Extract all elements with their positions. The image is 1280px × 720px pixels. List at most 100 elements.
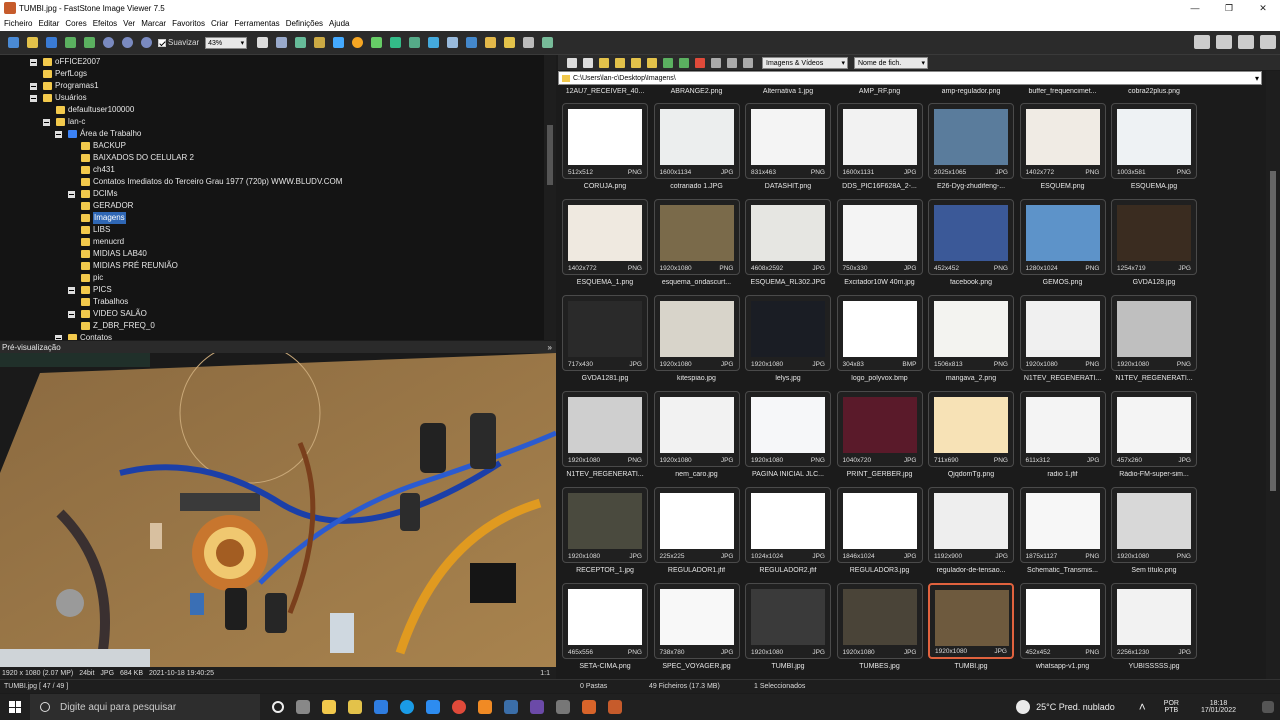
folder-up-icon[interactable] <box>599 57 609 68</box>
thumbnail-name[interactable]: kitespiao.jpg <box>652 375 742 382</box>
tree-item[interactable]: defaultuser100000 <box>43 104 134 116</box>
back-icon[interactable] <box>567 57 577 68</box>
layout-thumbs-icon[interactable] <box>1216 35 1232 49</box>
tree-scrollbar[interactable] <box>544 55 556 340</box>
thumbnail-tile[interactable]: 1600x1131 JPG <box>836 103 923 179</box>
thumbnail-tile[interactable]: 1402x772 PNG <box>562 199 648 275</box>
scan-icon[interactable] <box>542 37 554 48</box>
thumbnail-name[interactable]: whatsapp-v1.png <box>1018 663 1108 670</box>
thumbnail-name[interactable]: GVDA1281.jpg <box>560 375 650 382</box>
expand-icon[interactable] <box>55 130 62 138</box>
app-hand-icon[interactable] <box>582 700 596 714</box>
thumbnail-name[interactable]: REGULADOR2.jfif <box>743 567 833 574</box>
zoom-in-icon[interactable] <box>103 37 114 48</box>
vlc-icon[interactable] <box>478 700 492 714</box>
thumbnail-name[interactable]: N1TEV_REGENERATI... <box>560 471 650 478</box>
thumbnail-tile[interactable]: 465x556 PNG <box>562 583 648 659</box>
thumbnail-tile[interactable]: 2256x1230 JPG <box>1111 583 1197 659</box>
fit-icon[interactable] <box>276 37 288 48</box>
crop-icon[interactable] <box>295 37 307 48</box>
thumbnail-name[interactable]: PRINT_GERBER.jpg <box>835 471 925 478</box>
thumbnail-name[interactable]: YUBISSSSS.jpg <box>1109 663 1199 670</box>
thumbnail-name[interactable]: Sem título.png <box>1109 567 1199 574</box>
tree-item[interactable]: GERADOR <box>68 200 133 212</box>
tree-item[interactable]: Imagens <box>68 212 126 224</box>
tray-arrow-icon[interactable]: ˄ <box>1139 700 1146 714</box>
thumbnail-name[interactable]: DDS_PIC16F628A_2-... <box>835 183 925 190</box>
layout-preview-icon[interactable] <box>1238 35 1254 49</box>
thumbnail-tile[interactable]: 457x260 JPG <box>1111 391 1197 467</box>
thumbnail-tile[interactable]: 1920x1080 PNG <box>745 391 831 467</box>
delete-icon[interactable] <box>695 57 705 68</box>
thumbnail-tile[interactable]: 452x452 PNG <box>928 199 1014 275</box>
thumbnail-tile[interactable]: 512x512 PNG <box>562 103 648 179</box>
edge-icon[interactable] <box>400 700 414 714</box>
minimize-button[interactable]: — <box>1178 3 1212 14</box>
folder-tree[interactable]: oFFICE2007 PerfLogs Programas1 Usuários defa… <box>0 55 556 340</box>
thumbnail-name[interactable]: REGULADOR3.jpg <box>835 567 925 574</box>
tree-item[interactable]: Contatos Imediatos do Terceiro Grau 1977… <box>68 176 342 188</box>
thumbnail-tile[interactable]: 717x430 JPG <box>562 295 648 371</box>
new-folder-icon[interactable] <box>631 57 641 68</box>
weather-icon[interactable] <box>1016 700 1031 714</box>
tree-item[interactable]: DCIMs <box>68 188 117 200</box>
thumbnail-scrollbar[interactable] <box>1266 71 1280 679</box>
thumbnail-name[interactable]: REGULADOR1.jfif <box>652 567 742 574</box>
thumbnail-tile[interactable]: 2025x1065 JPG <box>928 103 1014 179</box>
tree-item[interactable]: Z_DBR_FREQ_0 <box>68 320 155 332</box>
expand-icon[interactable] <box>43 118 50 126</box>
tree-item[interactable]: Contatos <box>55 332 112 340</box>
actual-size-icon[interactable] <box>141 37 152 48</box>
path-input[interactable]: C:\Users\lan-c\Desktop\Imagens\ ▾ <box>558 71 1262 85</box>
tree-item[interactable]: lan-c <box>43 116 85 128</box>
expand-icon[interactable] <box>68 310 75 318</box>
browse-icon[interactable] <box>8 37 19 48</box>
thumbnail-tile[interactable]: 711x690 PNG <box>928 391 1014 467</box>
thumbnail-tile[interactable]: 225x225 JPG <box>653 487 740 563</box>
thumbnail-name[interactable]: ESQUEMA_1.png <box>560 279 650 286</box>
thumbnail-name[interactable]: RECEPTOR_1.jpg <box>560 567 650 574</box>
thumbnail-tile[interactable]: 1920x1080 JPG <box>836 583 923 659</box>
thumbnail-tile[interactable]: 1920x1080 JPG <box>928 583 1014 659</box>
folder-icon[interactable] <box>348 700 362 714</box>
thumbnail-name[interactable]: SPEC_VOYAGER.jpg <box>652 663 742 670</box>
tree-item[interactable]: MIDIAS PRÉ REUNIÃO <box>68 260 178 272</box>
menu-item-5[interactable]: Marcar <box>141 19 166 28</box>
clock[interactable]: 18:18 17/01/2022 <box>1201 700 1236 714</box>
zoom-app-icon[interactable] <box>426 700 440 714</box>
tree-item[interactable]: MIDIAS LAB40 <box>68 248 147 260</box>
thumbnail-name[interactable]: facebook.png <box>926 279 1016 286</box>
thumbnail-tile[interactable]: 1280x1024 PNG <box>1019 199 1106 275</box>
menu-item-6[interactable]: Favoritos <box>172 19 205 28</box>
thumbnail-tile[interactable]: 1920x1080 JPG <box>562 487 648 563</box>
thumbnail-name[interactable]: SETA-CIMA.png <box>560 663 650 670</box>
faststone-taskbar-icon[interactable] <box>608 700 622 714</box>
thumbnail-tile[interactable]: 1920x1080 JPG <box>653 295 740 371</box>
thumbnail-tile[interactable]: 1402x772 PNG <box>1019 103 1106 179</box>
menu-item-3[interactable]: Efeitos <box>93 19 117 28</box>
thumbnail-name[interactable]: N1TEV_REGENERATI... <box>1109 375 1199 382</box>
tree-item[interactable]: Usuários <box>30 92 87 104</box>
open-folder-icon[interactable] <box>27 37 38 48</box>
start-button[interactable] <box>0 694 30 720</box>
thumbnail-name[interactable]: buffer_frequencimet... <box>1018 88 1108 95</box>
thumbnail-name[interactable]: ESQUEMA_RL302.JPG <box>743 279 833 286</box>
tree-item[interactable]: VIDEO SALÃO <box>68 308 147 320</box>
rotate-left-icon[interactable] <box>65 37 76 48</box>
print-icon[interactable] <box>523 37 535 48</box>
email-icon[interactable] <box>466 37 478 48</box>
thumbnail-name[interactable]: DATASHIT.png <box>743 183 833 190</box>
thumbnail-tile[interactable]: 1920x1080 JPG <box>745 583 831 659</box>
chrome-icon[interactable] <box>452 700 466 714</box>
thumbnail-name[interactable]: TUMBES.jpg <box>835 663 925 670</box>
thumbnail-tile[interactable]: 1040x720 JPG <box>836 391 923 467</box>
thumbnail-name[interactable]: Excitador10W 40m.jpg <box>835 279 925 286</box>
weather-text[interactable]: 25°C Pred. nublado <box>1036 702 1115 712</box>
thumbnail-name[interactable]: 12AU7_RECEIVER_40... <box>560 88 650 95</box>
thumbnail-tile[interactable]: 4608x2592 JPG <box>745 199 831 275</box>
app-spider-icon[interactable] <box>556 700 570 714</box>
save-icon[interactable] <box>46 37 57 48</box>
thumbnail-name[interactable]: logo_polyvox.bmp <box>835 375 925 382</box>
clone-icon[interactable] <box>409 37 421 48</box>
thumbnail-name[interactable]: Schematic_Transmis... <box>1018 567 1108 574</box>
